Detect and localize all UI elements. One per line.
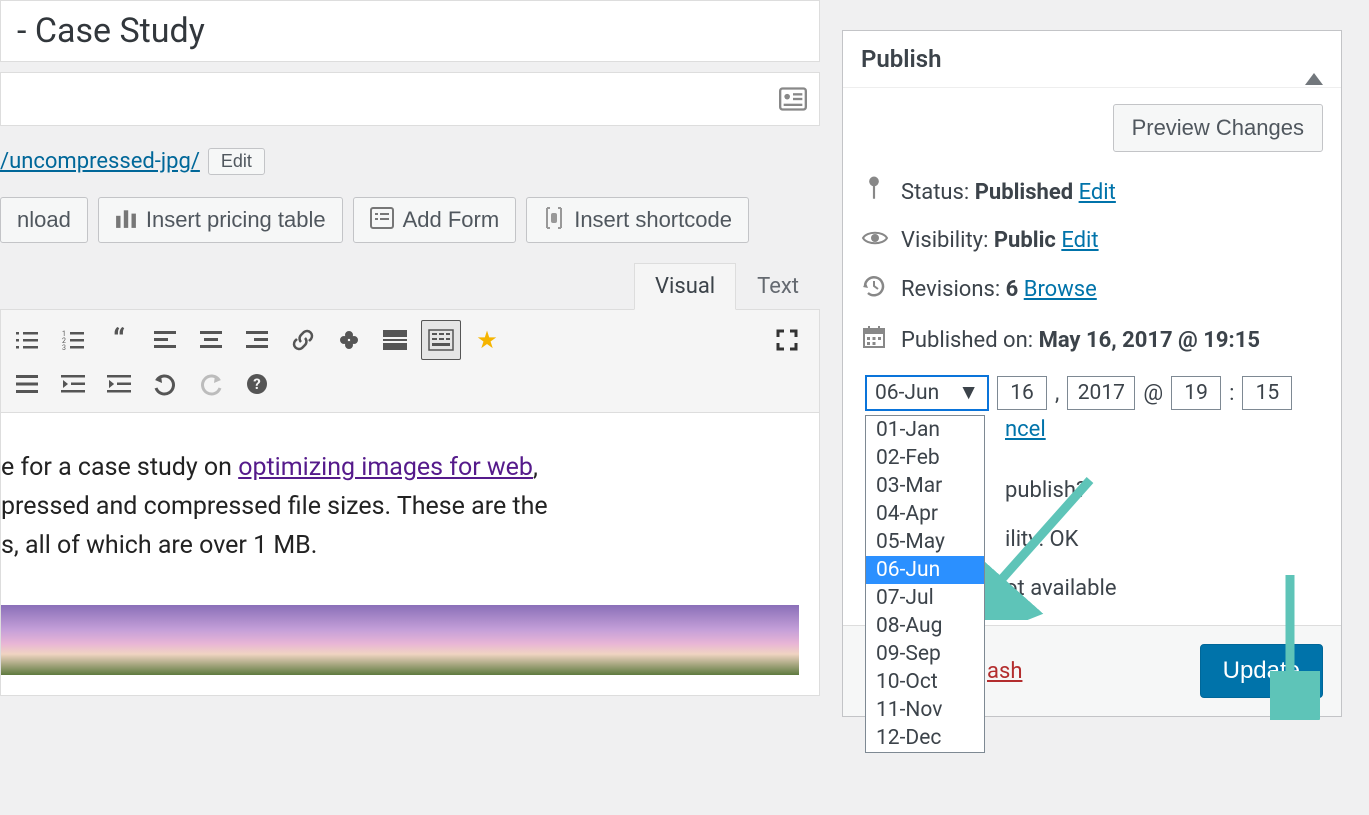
form-icon (370, 207, 394, 233)
month-option[interactable]: 06-Jun (866, 556, 984, 584)
secondary-title-box[interactable] (0, 72, 820, 126)
eye-icon (861, 228, 887, 253)
tab-text[interactable]: Text (736, 263, 820, 310)
blockquote-icon[interactable]: “ (99, 320, 139, 360)
outdent-icon[interactable] (53, 364, 93, 404)
tab-visual[interactable]: Visual (634, 263, 736, 310)
indent-icon[interactable] (99, 364, 139, 404)
publish-metabox: Publish Preview Changes Status: Publishe… (842, 30, 1342, 717)
shortcode-icon (543, 206, 565, 234)
minute-input[interactable]: 15 (1242, 376, 1292, 410)
update-button[interactable]: Update (1200, 644, 1323, 698)
insert-pricing-table-button[interactable]: Insert pricing table (98, 197, 343, 243)
republish-text: publish? (1005, 478, 1323, 503)
align-right-icon[interactable] (237, 320, 277, 360)
justify-icon[interactable] (7, 364, 47, 404)
month-option[interactable]: 01-Jan (866, 416, 984, 444)
help-icon[interactable]: ? (237, 364, 277, 404)
toolbar-toggle-icon[interactable] (421, 320, 461, 360)
month-select[interactable]: 06-Jun▼ (865, 375, 989, 411)
read-more-icon[interactable] (375, 320, 415, 360)
history-icon (861, 273, 887, 305)
trash-link[interactable]: ash (987, 659, 1022, 684)
pin-icon (861, 176, 887, 208)
month-option[interactable]: 02-Feb (866, 444, 984, 472)
align-left-icon[interactable] (145, 320, 185, 360)
month-option[interactable]: 10-Oct (866, 668, 984, 696)
undo-icon[interactable] (145, 364, 185, 404)
visibility-edit-link[interactable]: Edit (1061, 228, 1098, 253)
numbered-list-icon[interactable]: 123 (53, 320, 93, 360)
hour-input[interactable]: 19 (1171, 376, 1221, 410)
permalink-edit-button[interactable]: Edit (208, 148, 265, 175)
publish-heading: Publish (861, 45, 942, 73)
cancel-link[interactable]: ncel (1005, 417, 1046, 442)
load-button[interactable]: nload (0, 197, 88, 243)
preview-changes-button[interactable]: Preview Changes (1113, 104, 1323, 152)
redo-icon[interactable] (191, 364, 231, 404)
calendar-icon (861, 325, 887, 355)
month-option[interactable]: 05-May (866, 528, 984, 556)
card-icon (779, 87, 807, 115)
permalink-link[interactable]: /uncompressed-jpg/ (0, 149, 200, 174)
day-input[interactable]: 16 (997, 376, 1047, 410)
collapse-icon[interactable] (1305, 45, 1323, 73)
svg-text:3: 3 (62, 344, 66, 350)
month-option[interactable]: 11-Nov (866, 696, 984, 724)
content-image (1, 605, 799, 675)
editor-content[interactable]: e for a case study on optimizing images … (0, 413, 820, 696)
bars-icon (115, 207, 137, 233)
month-option[interactable]: 03-Mar (866, 472, 984, 500)
permalink-row: /uncompressed-jpg/ Edit (0, 148, 820, 175)
year-input[interactable]: 2017 (1067, 376, 1135, 410)
fullscreen-icon[interactable] (767, 320, 807, 360)
readability-text: ility: OK (1005, 527, 1323, 552)
post-title-input[interactable]: - Case Study (0, 0, 820, 62)
star-icon[interactable]: ★ (467, 320, 507, 360)
month-option[interactable]: 07-Jul (866, 584, 984, 612)
add-form-button[interactable]: Add Form (353, 197, 517, 243)
month-option[interactable]: 09-Sep (866, 640, 984, 668)
content-link[interactable]: optimizing images for web (238, 453, 533, 482)
not-available-text: ot available (1005, 576, 1323, 601)
month-option[interactable]: 04-Apr (866, 500, 984, 528)
month-option[interactable]: 12-Dec (866, 724, 984, 752)
svg-text:?: ? (253, 375, 260, 393)
link-icon[interactable] (283, 320, 323, 360)
month-dropdown[interactable]: 01-Jan 02-Feb 03-Mar 04-Apr 05-May 06-Ju… (865, 415, 985, 753)
editor-toolbar: 123 “ (0, 309, 820, 413)
clover-icon[interactable] (329, 320, 369, 360)
revisions-browse-link[interactable]: Browse (1024, 277, 1097, 302)
insert-shortcode-button[interactable]: Insert shortcode (526, 197, 749, 243)
bullet-list-icon[interactable] (7, 320, 47, 360)
align-center-icon[interactable] (191, 320, 231, 360)
month-option[interactable]: 08-Aug (866, 612, 984, 640)
status-edit-link[interactable]: Edit (1079, 180, 1116, 205)
